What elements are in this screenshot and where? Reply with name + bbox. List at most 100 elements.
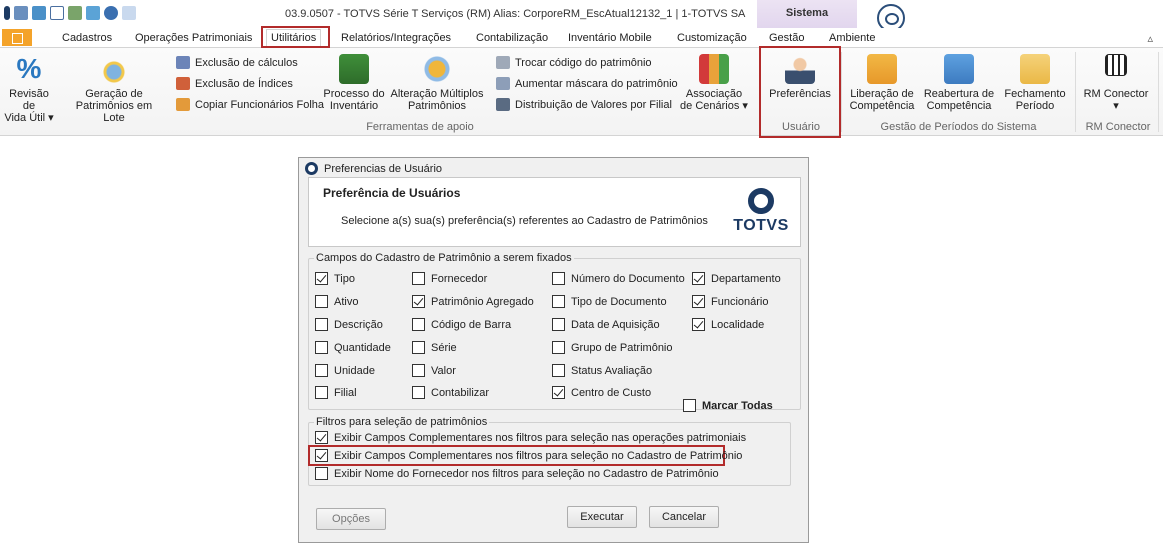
geracao-patrimonios-button[interactable]: Geração de Patrimônios em Lote (64, 54, 164, 124)
fechamento-periodo-button[interactable]: Fechamento Período (1002, 54, 1068, 112)
checkbox-label: Exibir Campos Complementares nos filtros… (334, 449, 743, 462)
campo-checkbox[interactable]: Centro de Custo (552, 386, 651, 399)
checkbox-label: Contabilizar (431, 386, 490, 399)
tab-gestao[interactable]: Gestão (769, 32, 804, 44)
liberacao-competencia-button[interactable]: Liberação de Competência (846, 54, 918, 112)
campo-checkbox[interactable]: Status Avaliação (552, 364, 652, 377)
checkbox-box[interactable] (412, 272, 425, 285)
dialog-title: Preferencias de Usuário (324, 162, 443, 175)
checkbox-label: Número do Documento (571, 272, 685, 285)
copy-icon[interactable] (122, 6, 136, 20)
reabertura-competencia-button[interactable]: Reabertura de Competência (920, 54, 998, 112)
highlight-utilitarios (261, 26, 330, 48)
filtro-checkbox[interactable]: Exibir Campos Complementares nos filtros… (315, 449, 742, 462)
revisao-label-2: Vida Útil ▾ (4, 112, 54, 124)
checkbox-box[interactable] (412, 295, 425, 308)
aumentar-mascara-button[interactable]: Aumentar máscara do patrimônio (496, 77, 678, 90)
campos-legend: Campos do Cadastro de Patrimônio a serem… (314, 252, 574, 264)
filtro-checkbox[interactable]: Exibir Campos Complementares nos filtros… (315, 431, 746, 444)
title-bar: 03.9.0507 - TOTVS Série T Serviços (RM) … (0, 0, 1163, 32)
tab-ambiente[interactable]: Ambiente (829, 32, 875, 44)
checkbox-box[interactable] (552, 364, 565, 377)
alteracao-multiplos-button[interactable]: Alteração Múltiplos Patrimônios (390, 54, 484, 112)
checkbox-box[interactable] (552, 341, 565, 354)
campo-checkbox[interactable]: Grupo de Patrimônio (552, 341, 673, 354)
campo-checkbox[interactable]: Série (412, 341, 457, 354)
processo-inventario-button[interactable]: Processo do Inventário (322, 54, 386, 112)
checkbox-box[interactable] (315, 295, 328, 308)
checkbox-box[interactable] (692, 272, 705, 285)
tab-customizacao[interactable]: Customização (677, 32, 747, 44)
tab-contabilizacao[interactable]: Contabilização (476, 32, 548, 44)
checkbox-box[interactable] (315, 467, 328, 480)
checkbox-box[interactable] (552, 318, 565, 331)
tab-inventario-mobile[interactable]: Inventário Mobile (568, 32, 652, 44)
campo-checkbox[interactable]: Unidade (315, 364, 375, 377)
campo-checkbox[interactable]: Patrimônio Agregado (412, 295, 534, 308)
settings-icon[interactable] (14, 6, 28, 20)
file-menu-button[interactable] (2, 29, 32, 46)
globe-icon[interactable] (104, 6, 118, 20)
marcar-todas-checkbox[interactable]: Marcar Todas (683, 399, 773, 412)
calendar-close-icon (1020, 54, 1050, 84)
context-tab-sistema[interactable]: Sistema (757, 0, 857, 28)
window-icon[interactable] (32, 6, 46, 20)
campo-checkbox[interactable]: Localidade (692, 318, 764, 331)
campo-checkbox[interactable]: Valor (412, 364, 456, 377)
tab-cadastros[interactable]: Cadastros (62, 32, 112, 44)
marcar-todas-box[interactable] (683, 399, 696, 412)
filtro-checkbox[interactable]: Exibir Nome do Fornecedor nos filtros pa… (315, 467, 719, 480)
campo-checkbox[interactable]: Código de Barra (412, 318, 511, 331)
alteracao-label-1: Alteração Múltiplos (390, 88, 484, 100)
grid-icon[interactable] (68, 6, 82, 20)
checkbox-box[interactable] (315, 386, 328, 399)
checkbox-box[interactable] (412, 364, 425, 377)
checkbox-box[interactable] (315, 364, 328, 377)
trocar-codigo-button[interactable]: Trocar código do patrimônio (496, 56, 652, 69)
opcoes-button[interactable]: Opções (316, 508, 386, 530)
associacao-cenarios-button[interactable]: Associação de Cenários ▾ (678, 54, 750, 112)
calendar-unlock-icon (867, 54, 897, 84)
collapse-ribbon-icon[interactable]: ▵ (1147, 32, 1153, 45)
checkbox-box[interactable] (552, 272, 565, 285)
campo-checkbox[interactable]: Filial (315, 386, 357, 399)
tools-icon[interactable] (86, 6, 100, 20)
checkbox-box[interactable] (315, 431, 328, 444)
tab-operacoes-patrimoniais[interactable]: Operações Patrimoniais (135, 32, 252, 44)
copiar-funcionarios-button[interactable]: Copiar Funcionários Folha (176, 98, 324, 111)
campo-checkbox[interactable]: Departamento (692, 272, 781, 285)
separator (841, 52, 842, 132)
campo-checkbox[interactable]: Quantidade (315, 341, 391, 354)
campo-checkbox[interactable]: Número do Documento (552, 272, 685, 285)
checkbox-box[interactable] (412, 341, 425, 354)
checkbox-box[interactable] (315, 449, 328, 462)
checkbox-box[interactable] (552, 295, 565, 308)
campo-checkbox[interactable]: Data de Aquisição (552, 318, 660, 331)
checkbox-box[interactable] (692, 295, 705, 308)
revisao-vida-util-button[interactable]: % Revisão de Vida Útil ▾ (2, 54, 56, 125)
distribution-icon (496, 98, 510, 111)
campo-checkbox[interactable]: Descrição (315, 318, 383, 331)
campo-checkbox[interactable]: Tipo de Documento (552, 295, 667, 308)
exclusao-indices-button[interactable]: Exclusão de Índices (176, 77, 293, 90)
campo-checkbox[interactable]: Contabilizar (412, 386, 489, 399)
checkbox-box[interactable] (412, 318, 425, 331)
campo-checkbox[interactable]: Fornecedor (412, 272, 487, 285)
checkbox-box[interactable] (315, 341, 328, 354)
tab-relatorios-integracoes[interactable]: Relatórios/Integrações (341, 32, 451, 44)
checkbox-box[interactable] (315, 272, 328, 285)
campo-checkbox[interactable]: Funcionário (692, 295, 768, 308)
rm-conector-button[interactable]: RM Conector ▾ (1080, 54, 1152, 112)
exclusao-calculos-button[interactable]: Exclusão de cálculos (176, 56, 298, 69)
executar-button[interactable]: Executar (567, 506, 637, 528)
totvs-logo: TOTVS (730, 188, 792, 235)
distribuicao-valores-button[interactable]: Distribuição de Valores por Filial (496, 98, 672, 111)
checkbox-box[interactable] (692, 318, 705, 331)
campo-checkbox[interactable]: Ativo (315, 295, 358, 308)
cancelar-button[interactable]: Cancelar (649, 506, 719, 528)
checkbox-box[interactable] (552, 386, 565, 399)
campo-checkbox[interactable]: Tipo (315, 272, 355, 285)
checkbox-box[interactable] (315, 318, 328, 331)
layout-icon[interactable] (50, 6, 64, 20)
checkbox-box[interactable] (412, 386, 425, 399)
